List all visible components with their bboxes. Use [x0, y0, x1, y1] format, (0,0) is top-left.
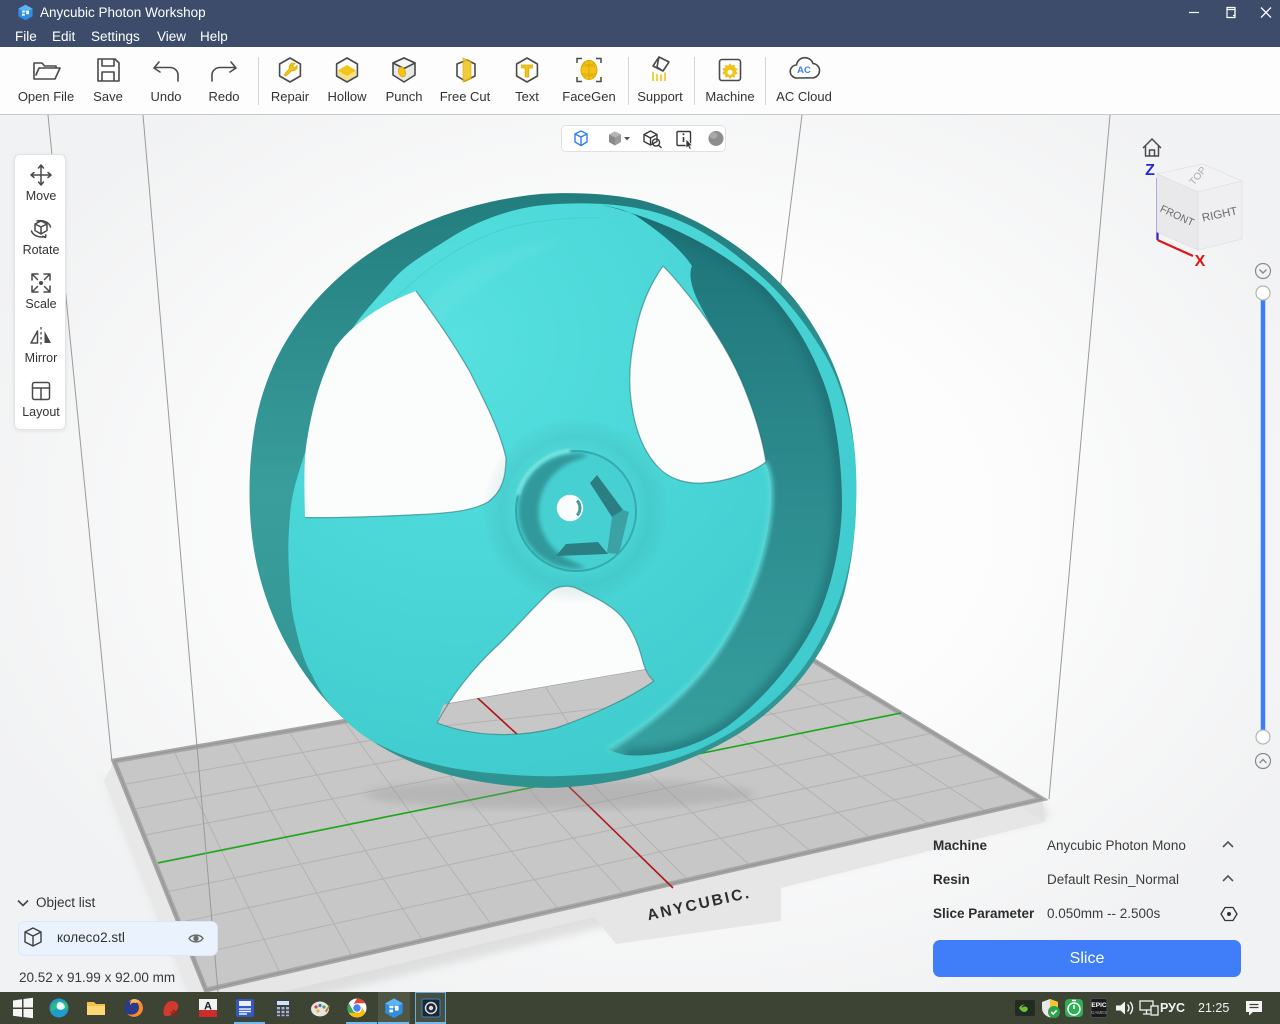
svg-text:A: A	[204, 1001, 212, 1013]
svg-text:колесо2.stl: колесо2.stl	[57, 930, 125, 945]
svg-text:AC: AC	[797, 65, 811, 76]
svg-text:Z: Z	[1145, 162, 1155, 179]
svg-text:X: X	[1195, 253, 1206, 270]
svg-text:GAMES: GAMES	[1091, 1010, 1107, 1015]
svg-text:EPIC: EPIC	[1091, 1002, 1106, 1009]
